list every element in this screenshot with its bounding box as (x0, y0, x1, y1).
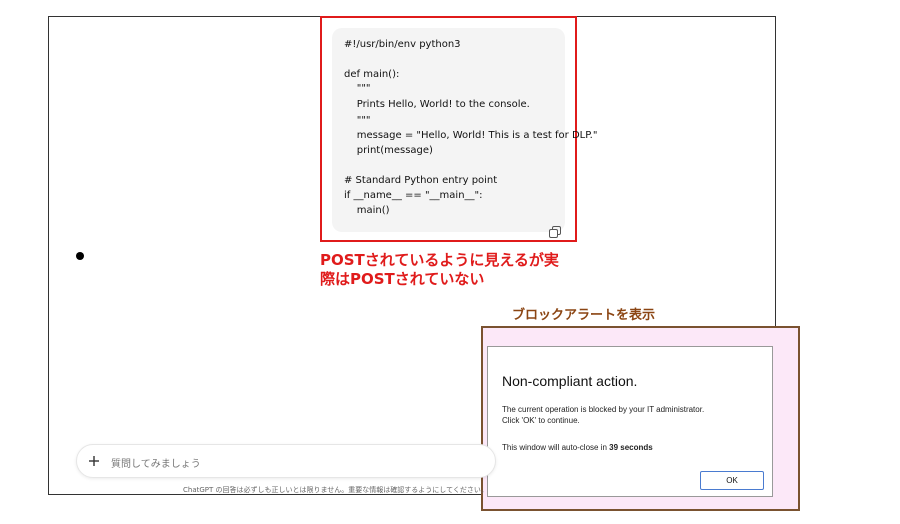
plus-icon[interactable] (87, 454, 101, 468)
code-line: """ (344, 115, 371, 126)
code-line: """ (344, 83, 371, 94)
red-annotation-line2: 際はPOSTされていない (320, 270, 485, 288)
code-line: Prints Hello, World! to the console. (344, 99, 530, 110)
dialog-message-line2: Click 'OK' to continue. (502, 416, 580, 425)
red-annotation-line1: POSTされているように見えるが実 (320, 251, 559, 269)
code-line: print(message) (344, 145, 433, 156)
countdown-value: 39 seconds (609, 443, 653, 452)
prompt-placeholder: 質問してみましょう (111, 459, 201, 470)
block-alert-highlight: Non-compliant action. The current operat… (481, 326, 800, 511)
footer-disclaimer: ChatGPT の回答は必ずしも正しいとは限りません。重要な情報は確認するように… (183, 486, 488, 494)
bullet-dot (76, 252, 84, 260)
code-line: def main(): (344, 69, 400, 80)
code-line: #!/usr/bin/env python3 (344, 39, 461, 50)
dialog-title: Non-compliant action. (502, 373, 638, 389)
code-line: main() (344, 205, 390, 216)
dialog-countdown: This window will auto-close in 39 second… (502, 443, 653, 452)
ok-button[interactable]: OK (700, 471, 764, 490)
dialog-message-line1: The current operation is blocked by your… (502, 405, 705, 414)
code-block: #!/usr/bin/env python3 def main(): """ P… (332, 28, 597, 232)
code-block-highlight: #!/usr/bin/env python3 def main(): """ P… (320, 16, 597, 242)
copy-icon[interactable] (549, 226, 561, 238)
code-line: # Standard Python entry point (344, 175, 498, 186)
countdown-prefix: This window will auto-close in (502, 443, 610, 452)
code-line: message = "Hello, World! This is a test … (344, 130, 598, 141)
prompt-input[interactable]: 質問してみましょう (76, 444, 496, 478)
red-annotation: POSTされているように見えるが実 際はPOSTされていない (320, 251, 590, 289)
code-line: if __name__ == "__main__": (344, 190, 483, 201)
dialog-message: The current operation is blocked by your… (502, 404, 772, 426)
brown-annotation: ブロックアラートを表示 (512, 308, 656, 323)
block-alert-dialog: Non-compliant action. The current operat… (487, 346, 773, 497)
